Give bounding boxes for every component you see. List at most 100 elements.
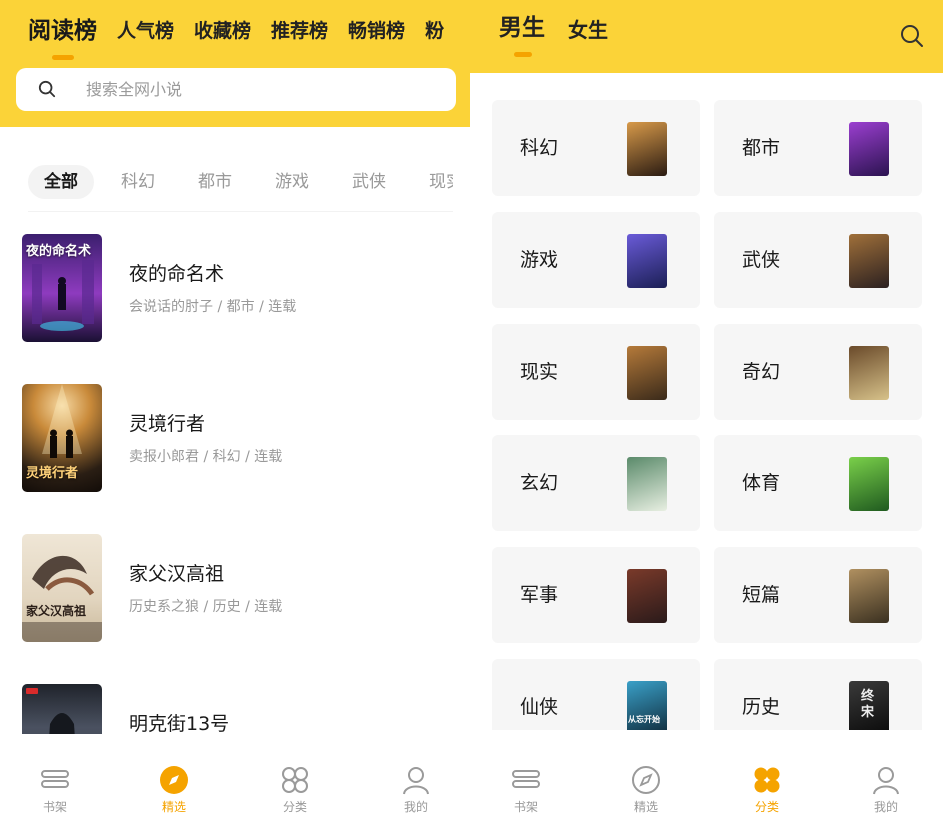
category-name: 仙侠: [520, 696, 559, 718]
category-cover: [627, 346, 667, 400]
tab-fans-rank[interactable]: 粉: [425, 14, 444, 48]
cover-caption: 终宋: [861, 689, 875, 720]
nav-label: 分类: [282, 800, 307, 814]
tab-bestseller-rank[interactable]: 畅销榜: [348, 14, 405, 48]
category-icon: [754, 767, 780, 793]
category-name: 短篇: [742, 584, 781, 606]
bottom-nav: 书架 精选 分类 我的: [0, 735, 470, 823]
nav-profile[interactable]: 我的: [827, 735, 943, 823]
chip-reality[interactable]: 现实: [413, 165, 453, 199]
left-header: 阅读榜 人气榜 收藏榜 推荐榜 畅销榜粉 搜索全网小说: [0, 0, 470, 127]
category-card[interactable]: 历史 终宋: [714, 659, 922, 730]
nav-label: 我的: [403, 800, 428, 814]
category-name: 现实: [520, 361, 559, 383]
list-item[interactable]: 灵境行者 灵境行者 卖报小郎君 / 科幻 / 连载: [22, 384, 452, 492]
nav-featured[interactable]: 精选: [587, 735, 705, 823]
right-screen: 男生 女生 科幻 都市 游戏 武侠 现实 奇幻 玄幻 体育 军事 短篇 仙侠 从忘开始 历史 终宋 书架 …: [470, 0, 943, 823]
list-item[interactable]: 明克街13号: [22, 684, 452, 734]
book-cover: 灵境行者: [22, 384, 102, 492]
profile-icon: [403, 767, 429, 795]
nav-label: 书架: [513, 800, 538, 814]
category-name: 都市: [742, 137, 781, 159]
book-cover: 夜的命名术: [22, 234, 102, 342]
category-name: 武侠: [742, 249, 781, 271]
category-cover: [627, 569, 667, 623]
category-name: 军事: [520, 584, 559, 606]
nav-bookshelf[interactable]: 书架: [470, 735, 585, 823]
category-card[interactable]: 仙侠从忘开始: [492, 659, 700, 730]
category-card[interactable]: 现实: [492, 324, 700, 420]
list-item[interactable]: 家父汉高祖 家父汉高祖 历史系之狼 / 历史 / 连载: [22, 534, 452, 642]
category-card[interactable]: 游戏: [492, 212, 700, 308]
search-icon: [38, 80, 56, 98]
category-grid: 科幻 都市 游戏 武侠 现实 奇幻 玄幻 体育 军事 短篇 仙侠 从忘开始 历史 终宋: [492, 100, 922, 730]
category-cover: 终宋: [849, 681, 889, 730]
profile-icon: [873, 767, 899, 795]
category-cover: [849, 122, 889, 176]
chip-urban[interactable]: 都市: [182, 165, 248, 199]
tab-male[interactable]: 男生: [499, 14, 545, 42]
cover-art: [32, 260, 94, 331]
divider: [28, 211, 453, 212]
category-cover: [627, 122, 667, 176]
chip-all[interactable]: 全部: [28, 165, 94, 199]
nav-label: 分类: [754, 800, 779, 814]
category-card[interactable]: 都市: [714, 100, 922, 196]
bookshelf-icon: [512, 770, 540, 788]
tab-favorites-rank[interactable]: 收藏榜: [194, 14, 251, 48]
chip-game[interactable]: 游戏: [259, 165, 325, 199]
tab-popularity-rank[interactable]: 人气榜: [117, 14, 174, 48]
search-bar[interactable]: 搜索全网小说: [16, 68, 456, 111]
category-cover: [849, 569, 889, 623]
category-name: 历史: [742, 696, 781, 718]
cover-art: [26, 688, 75, 734]
bottom-nav: 书架 精选 分类 我的: [470, 735, 943, 823]
nav-bookshelf[interactable]: 书架: [0, 735, 114, 823]
category-card[interactable]: 科幻: [492, 100, 700, 196]
cover-caption: 从忘开始: [628, 715, 660, 724]
nav-category[interactable]: 分类: [236, 735, 354, 823]
category-name: 科幻: [520, 137, 559, 159]
list-item[interactable]: 夜的命名术 夜的命名术 会说话的肘子 / 都市 / 连载: [22, 234, 452, 342]
book-title: 夜的命名术: [129, 263, 225, 285]
search-placeholder: 搜索全网小说: [86, 80, 183, 99]
cover-title: 灵境行者: [26, 466, 79, 481]
category-card[interactable]: 奇幻: [714, 324, 922, 420]
chip-scifi[interactable]: 科幻: [105, 165, 171, 199]
category-chips: 全部科幻都市游戏武侠现实: [28, 165, 453, 201]
category-name: 游戏: [520, 249, 559, 271]
category-cover: 从忘开始: [627, 681, 667, 730]
left-screen: 阅读榜人气榜收藏榜推荐榜畅销榜粉 搜索全网小说 全部科幻都市游戏武侠现实 夜的命…: [0, 0, 470, 823]
category-icon: [282, 767, 308, 793]
tab-reading-rank[interactable]: 阅读榜: [28, 14, 97, 48]
nav-category[interactable]: 分类: [708, 735, 826, 823]
chip-wuxia[interactable]: 武侠: [336, 165, 402, 199]
category-card[interactable]: 军事: [492, 547, 700, 643]
category-name: 玄幻: [520, 472, 559, 494]
compass-icon: [160, 766, 188, 794]
book-meta: 历史系之狼 / 历史 / 连载: [129, 599, 283, 615]
book-title: 灵境行者: [129, 413, 206, 435]
nav-label: 书架: [42, 800, 67, 814]
category-cover: [627, 234, 667, 288]
tab-recommend-rank[interactable]: 推荐榜: [271, 14, 328, 48]
tab-female[interactable]: 女生: [568, 16, 608, 44]
nav-featured[interactable]: 精选: [115, 735, 233, 823]
category-card[interactable]: 武侠: [714, 212, 922, 308]
category-card[interactable]: 体育: [714, 435, 922, 531]
bookshelf-icon: [41, 770, 69, 788]
cover-title: 家父汉高祖: [26, 604, 87, 618]
nav-label: 我的: [873, 800, 898, 814]
nav-profile[interactable]: 我的: [357, 735, 470, 823]
book-meta: 卖报小郎君 / 科幻 / 连载: [129, 449, 283, 465]
right-header: 男生 女生: [470, 0, 943, 73]
category-name: 奇幻: [742, 361, 781, 383]
rank-tabs: 阅读榜 人气榜 收藏榜 推荐榜 畅销榜粉: [28, 14, 460, 54]
nav-label: 精选: [161, 800, 186, 814]
category-card[interactable]: 短篇: [714, 547, 922, 643]
active-tab-indicator: [52, 55, 74, 60]
book-meta: 会说话的肘子 / 都市 / 连载: [129, 299, 297, 315]
category-card[interactable]: 玄幻: [492, 435, 700, 531]
compass-icon: [632, 766, 660, 794]
search-icon[interactable]: [900, 24, 924, 48]
